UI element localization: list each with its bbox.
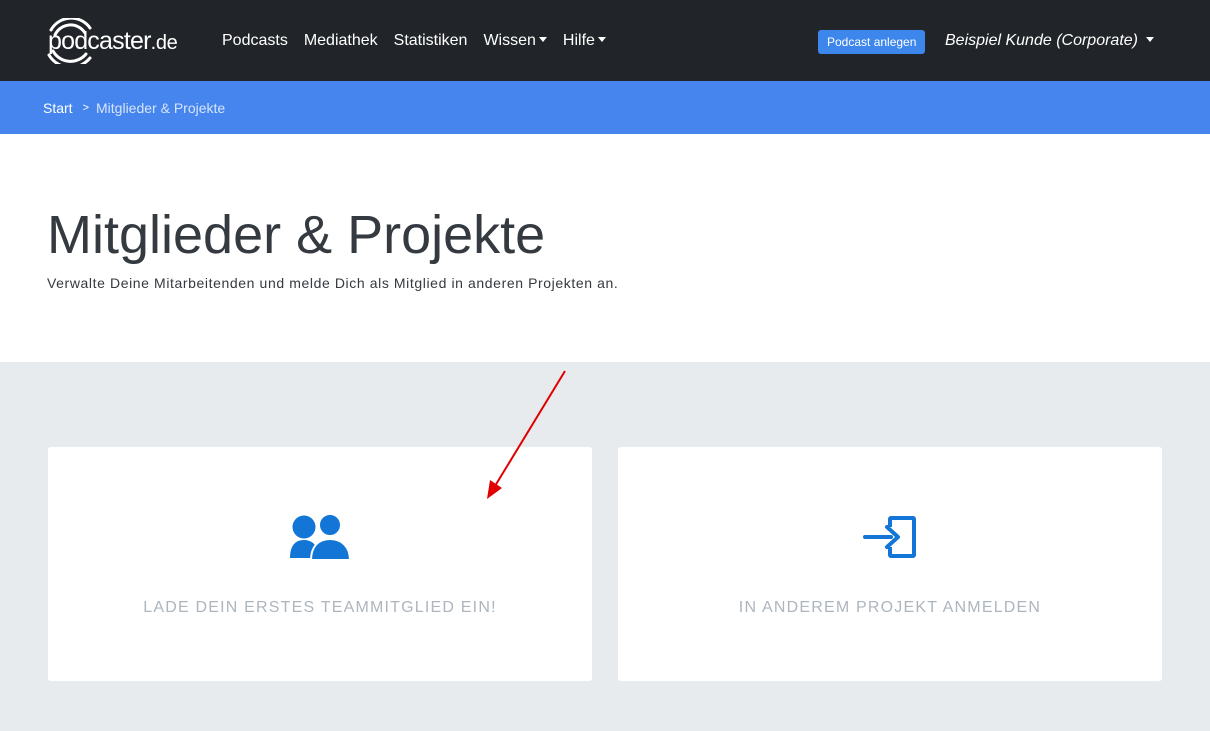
- users-icon: [48, 514, 592, 560]
- nav-item-hilfe[interactable]: Hilfe: [563, 31, 606, 51]
- nav-item-podcasts[interactable]: Podcasts: [222, 31, 288, 51]
- nav-item-statistiken[interactable]: Statistiken: [394, 31, 468, 51]
- account-name: Beispiel Kunde (Corporate): [945, 32, 1138, 49]
- caret-down-icon: [1146, 36, 1154, 42]
- breadcrumb: Start > Mitglieder & Projekte: [43, 100, 225, 116]
- podcaster-logo[interactable]: podcaster.de: [46, 18, 178, 64]
- caret-down-icon: [597, 36, 606, 42]
- join-project-card[interactable]: In anderem Projekt anmelden: [618, 447, 1162, 681]
- breadcrumb-home-link[interactable]: Start: [43, 100, 73, 116]
- join-project-label: In anderem Projekt anmelden: [738, 599, 1042, 616]
- sign-in-icon: [618, 514, 1162, 560]
- nav-item-hilfe-label: Hilfe: [562, 32, 595, 49]
- invite-member-label: Lade dein erstes Teammitglied ein!: [143, 599, 497, 616]
- brand-name: podcaster.de: [48, 26, 178, 55]
- nav-item-wissen-label: Wissen: [483, 32, 536, 49]
- nav-item-mediathek[interactable]: Mediathek: [304, 31, 378, 51]
- account-menu[interactable]: Beispiel Kunde (Corporate): [945, 31, 1154, 51]
- breadcrumb-separator: >: [82, 102, 90, 114]
- nav-item-wissen[interactable]: Wissen: [483, 31, 547, 51]
- caret-down-icon: [538, 36, 547, 42]
- create-podcast-button[interactable]: Podcast anlegen: [818, 30, 926, 54]
- main-nav: Podcasts Mediathek Statistiken Wissen Hi…: [222, 31, 622, 51]
- page-title: Mitglieder & Projekte: [47, 205, 546, 265]
- page-subtitle: Verwalte Deine Mitarbeitenden und melde …: [47, 275, 619, 291]
- breadcrumb-current: Mitglieder & Projekte: [96, 100, 226, 116]
- invite-member-card[interactable]: Lade dein erstes Teammitglied ein!: [48, 447, 592, 681]
